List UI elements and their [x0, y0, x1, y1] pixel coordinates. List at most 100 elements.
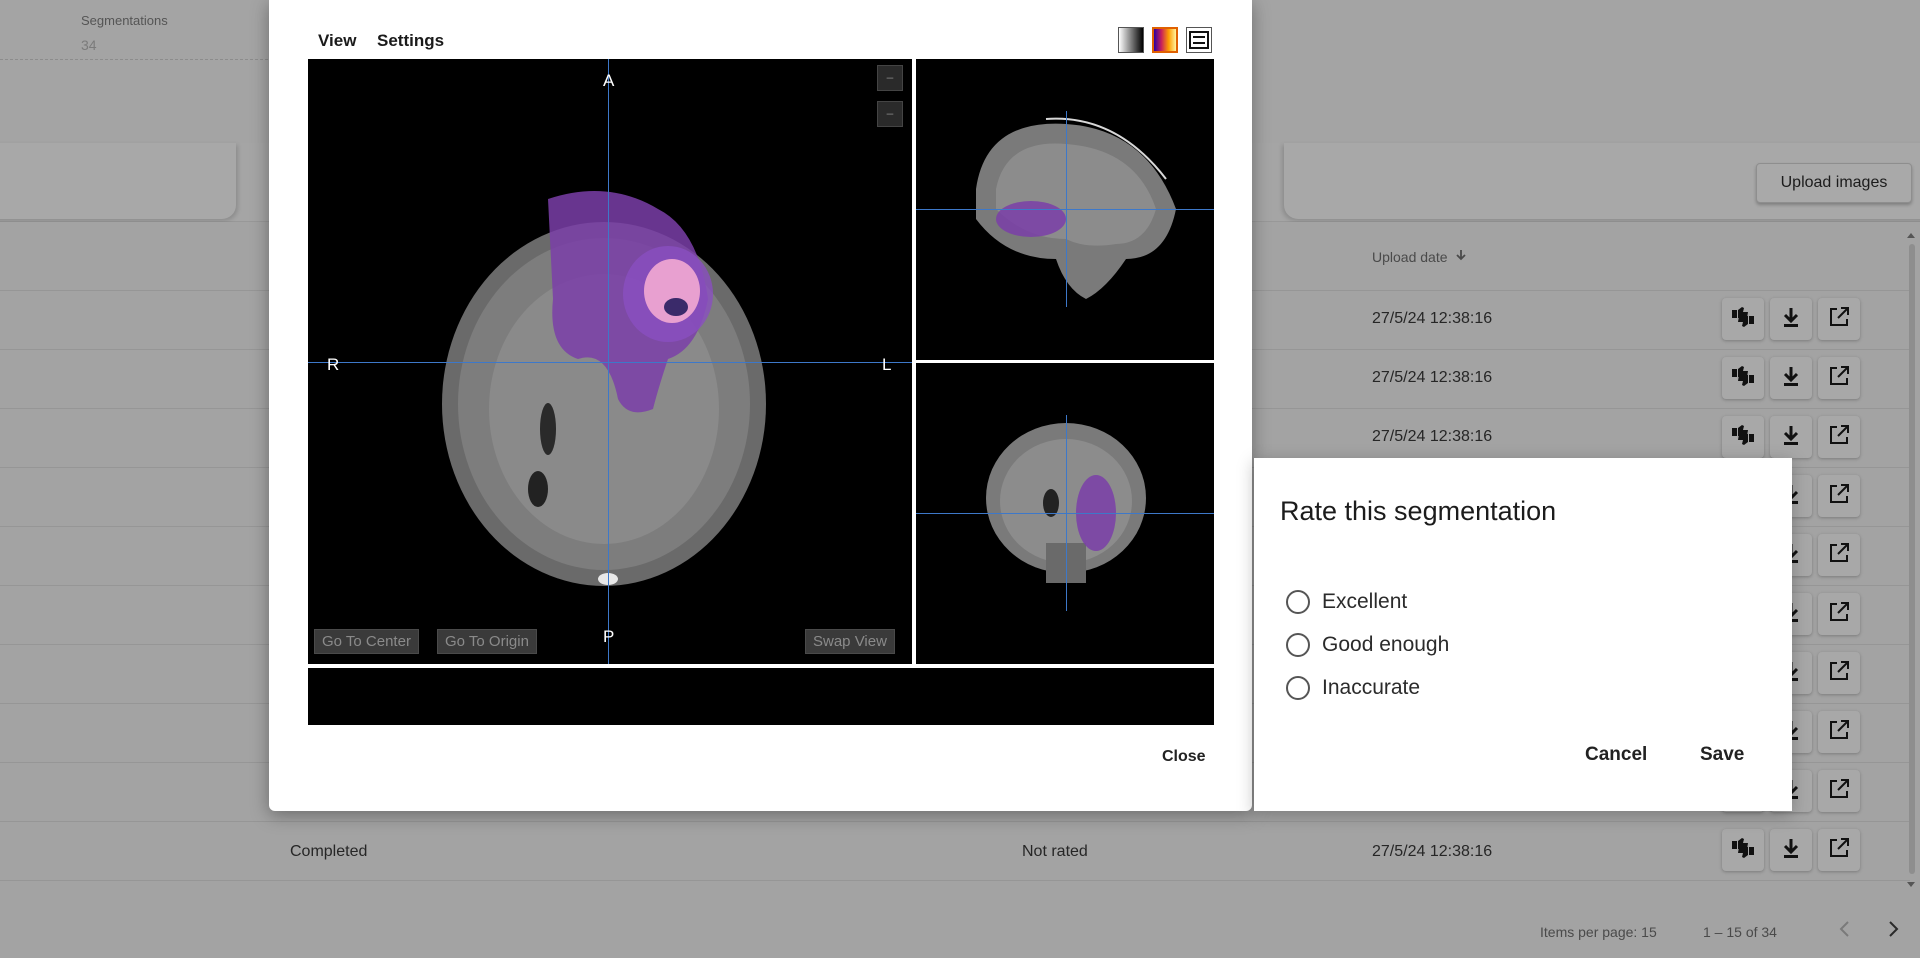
swap-view-button[interactable]: Swap View [805, 629, 895, 654]
open-button[interactable] [1818, 475, 1860, 517]
download-button[interactable] [1770, 416, 1812, 458]
swap-layout-icon[interactable] [1186, 27, 1212, 53]
rate-button[interactable] [1722, 829, 1764, 871]
axial-view[interactable]: A P R L – – Go To Center Go To Origin Sw… [308, 59, 912, 664]
go-to-origin-button[interactable]: Go To Origin [437, 629, 537, 654]
arrow-down-icon [1454, 248, 1468, 265]
download-icon [1781, 365, 1801, 392]
open-in-new-icon [1828, 424, 1850, 451]
next-page-button[interactable] [1886, 920, 1900, 941]
dialog-title: Rate this segmentation [1280, 496, 1557, 526]
scrollbar[interactable] [1906, 230, 1916, 890]
orientation-anterior: A [603, 71, 615, 90]
items-per-page-label: Items per page: [1540, 924, 1638, 940]
open-button[interactable] [1818, 593, 1860, 635]
option-inaccurate[interactable]: Inaccurate [1286, 676, 1420, 700]
option-excellent[interactable]: Excellent [1286, 590, 1407, 614]
items-per-page: Items per page: 15 [1540, 924, 1657, 940]
cancel-button[interactable]: Cancel [1585, 744, 1647, 766]
filter-card [0, 143, 236, 219]
open-button[interactable] [1818, 652, 1860, 694]
sagittal-view[interactable] [916, 59, 1214, 360]
option-label: Excellent [1322, 590, 1408, 613]
open-in-new-icon [1828, 719, 1850, 746]
crosshair-horizontal [916, 209, 1214, 210]
go-to-center-button[interactable]: Go To Center [314, 629, 419, 654]
zoom-reset-button[interactable]: – [877, 101, 903, 127]
hot-colormap-icon[interactable] [1152, 27, 1178, 53]
rate-button[interactable] [1722, 298, 1764, 340]
rate-button[interactable] [1722, 357, 1764, 399]
open-button[interactable] [1818, 711, 1860, 753]
option-label: Inaccurate [1322, 676, 1421, 699]
page-range: 1 – 15 of 34 [1703, 924, 1777, 940]
download-button[interactable] [1770, 829, 1812, 871]
open-button[interactable] [1818, 357, 1860, 399]
viewer-info-bar [308, 668, 1214, 725]
stat-label: Segmentations [81, 13, 168, 28]
items-per-page-select[interactable]: 15 [1641, 924, 1657, 940]
chevron-right-icon [1889, 921, 1899, 937]
rate-segmentation-dialog: Rate this segmentation Excellent Good en… [1254, 458, 1792, 811]
download-button[interactable] [1770, 357, 1812, 399]
radio-button[interactable] [1286, 676, 1310, 700]
thumbs-up-down-icon [1730, 365, 1756, 392]
column-header-upload-date[interactable]: Upload date [1372, 248, 1468, 265]
thumbs-up-down-icon [1730, 837, 1756, 864]
open-in-new-icon [1828, 837, 1850, 864]
menu-view[interactable]: View [318, 31, 356, 51]
download-icon [1781, 306, 1801, 333]
row-rating: Not rated [1022, 843, 1088, 860]
radio-button[interactable] [1286, 590, 1310, 614]
row-divider [0, 880, 1910, 881]
open-in-new-icon [1828, 483, 1850, 510]
crosshair-horizontal [308, 362, 912, 363]
open-in-new-icon [1828, 365, 1850, 392]
chevron-left-icon [1839, 921, 1849, 937]
open-in-new-icon [1828, 542, 1850, 569]
open-button[interactable] [1818, 534, 1860, 576]
close-button[interactable]: Close [1162, 748, 1206, 766]
option-good-enough[interactable]: Good enough [1286, 633, 1449, 657]
crosshair-horizontal [916, 513, 1214, 514]
download-icon [1781, 424, 1801, 451]
zoom-out-button[interactable]: – [877, 65, 903, 91]
open-button[interactable] [1818, 770, 1860, 812]
open-button[interactable] [1818, 829, 1860, 871]
row-actions [1722, 357, 1860, 399]
upload-images-button[interactable]: Upload images [1756, 163, 1912, 203]
divider [0, 59, 268, 60]
option-label: Good enough [1322, 633, 1450, 656]
row-actions [1722, 829, 1860, 871]
radio-button[interactable] [1286, 633, 1310, 657]
open-in-new-icon [1828, 778, 1850, 805]
row-divider [0, 821, 1910, 822]
orientation-right: R [327, 355, 340, 374]
save-button[interactable]: Save [1700, 744, 1744, 766]
coronal-view[interactable] [916, 363, 1214, 664]
download-icon [1781, 837, 1801, 864]
scroll-thumb[interactable] [1909, 244, 1915, 874]
scroll-down-icon[interactable] [1906, 880, 1916, 890]
open-button[interactable] [1818, 298, 1860, 340]
prev-page-button[interactable] [1838, 920, 1852, 941]
rate-button[interactable] [1722, 416, 1764, 458]
orientation-posterior: P [603, 627, 615, 646]
scroll-up-icon[interactable] [1906, 230, 1916, 240]
image-viewer-dialog: View Settings A P R L – – Go To Center G… [269, 0, 1252, 811]
thumbs-up-down-icon [1730, 306, 1756, 333]
open-in-new-icon [1828, 660, 1850, 687]
stat-value: 34 [81, 37, 97, 53]
column-header-label: Upload date [1372, 248, 1448, 265]
menu-settings[interactable]: Settings [377, 31, 444, 51]
row-actions [1722, 416, 1860, 458]
orientation-left: L [882, 355, 892, 374]
open-button[interactable] [1818, 416, 1860, 458]
thumbs-up-down-icon [1730, 424, 1756, 451]
row-actions [1722, 298, 1860, 340]
grayscale-colormap-icon[interactable] [1118, 27, 1144, 53]
open-in-new-icon [1828, 306, 1850, 333]
row-upload-date: 27/5/24 12:38:16 [1372, 428, 1493, 445]
download-button[interactable] [1770, 298, 1812, 340]
row-status: Completed [290, 843, 368, 860]
